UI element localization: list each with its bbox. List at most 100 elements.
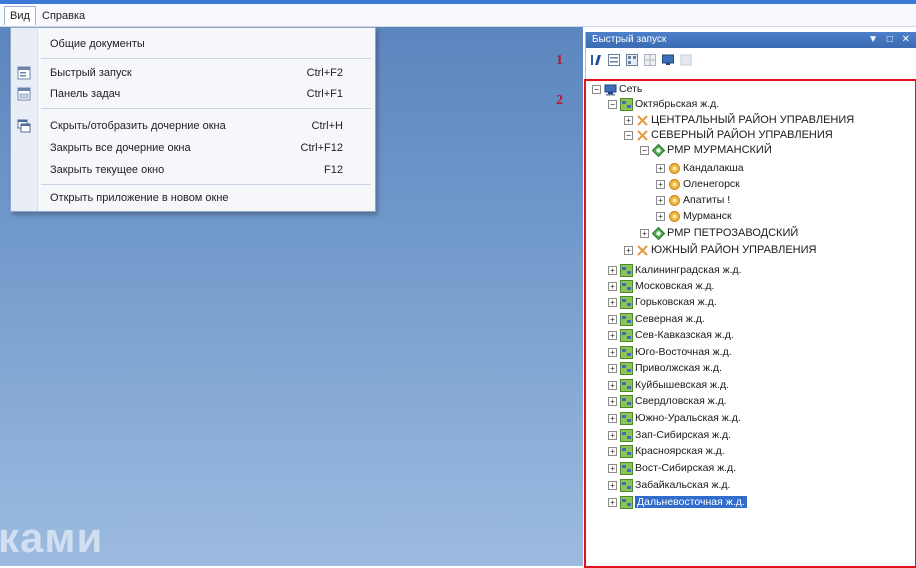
collapse-icon[interactable]: − — [592, 84, 601, 94]
railway-icon — [620, 279, 633, 293]
menu-item-close-current-window[interactable]: Закрыть текущее окно F12 — [11, 159, 375, 181]
disabled-tool-icon[interactable] — [680, 54, 692, 66]
menu-help[interactable]: Справка — [37, 7, 90, 25]
menu-item-quick-launch[interactable]: Быстрый запуск Ctrl+F2 — [11, 62, 375, 84]
expand-icon[interactable]: + — [608, 380, 617, 390]
railway-icon — [620, 97, 633, 111]
tree-node[interactable]: + Дальневосточная ж.д. — [608, 494, 747, 510]
tree-node[interactable]: + Горьковская ж.д. — [608, 294, 717, 310]
panel-title-bar: Быстрый запуск ▼ □ ✕ — [586, 32, 916, 48]
collapse-icon[interactable]: − — [624, 130, 633, 140]
tree-node[interactable]: + Забайкальская ж.д. — [608, 477, 730, 493]
railway-icon — [620, 411, 633, 425]
refresh-icon[interactable] — [590, 54, 602, 66]
tree-node[interactable]: − Сеть — [592, 81, 642, 97]
tree-node[interactable]: + Юго-Восточная ж.д. — [608, 344, 732, 360]
tree-node[interactable]: + Оленегорск — [656, 176, 740, 192]
region-icon — [636, 114, 649, 127]
tree-node-label: СЕВЕРНЫЙ РАЙОН УПРАВЛЕНИЯ — [651, 129, 833, 142]
menu-item-label: Быстрый запуск — [50, 67, 132, 79]
tree-node[interactable]: + Приволжская ж.д. — [608, 360, 722, 376]
rmr-icon — [651, 143, 666, 157]
tree-node[interactable]: + Свердловская ж.д. — [608, 393, 727, 409]
tree-node[interactable]: + Зап-Сибирская ж.д. — [608, 427, 731, 443]
menu-item-taskbar[interactable]: Панель задач Ctrl+F1 — [11, 83, 375, 105]
expand-icon[interactable]: + — [608, 396, 617, 406]
expand-icon[interactable]: + — [656, 163, 665, 173]
tree-node[interactable]: + Северная ж.д. — [608, 311, 705, 327]
monitor-icon[interactable] — [662, 54, 674, 66]
expand-icon[interactable]: + — [608, 330, 617, 340]
grid-view-icon[interactable] — [644, 54, 656, 66]
expand-icon[interactable]: + — [656, 211, 665, 221]
tree-node[interactable]: + Южно-Уральская ж.д. — [608, 410, 741, 426]
expand-icon[interactable]: + — [624, 245, 633, 255]
tree-node[interactable]: + Мурманск — [656, 208, 732, 224]
expand-icon[interactable]: + — [608, 413, 617, 423]
expand-icon[interactable]: + — [608, 314, 617, 324]
expand-icon[interactable]: + — [608, 265, 617, 275]
tree-node-label: Калининградская ж.д. — [635, 264, 742, 277]
tree-node-label: Апатиты ! — [683, 194, 731, 207]
menu-item-shortcut: Ctrl+H — [311, 120, 343, 132]
tree-node[interactable]: + Куйбышевская ж.д. — [608, 377, 729, 393]
list-view-icon[interactable] — [626, 54, 638, 66]
railway-icon — [620, 495, 633, 509]
panel-window-buttons[interactable]: ▼ □ ✕ — [868, 32, 913, 48]
menu-item-shortcut: Ctrl+F12 — [300, 142, 344, 154]
tree-node[interactable]: + Московская ж.д. — [608, 278, 714, 294]
expand-icon[interactable]: + — [640, 228, 649, 238]
annotation-number-1: 1 — [556, 53, 563, 68]
menu-item-open-in-new-window[interactable]: Открыть приложение в новом окне — [11, 187, 375, 209]
expand-icon[interactable]: + — [608, 347, 617, 357]
tree-node[interactable]: + Красноярская ж.д. — [608, 443, 725, 459]
tree-node-label: Оленегорск — [683, 178, 740, 191]
menu-item-toggle-child-windows[interactable]: Скрыть/отобразить дочерние окна Ctrl+H — [11, 115, 375, 137]
expand-icon[interactable]: + — [608, 430, 617, 440]
menu-item-shortcut: Ctrl+F2 — [306, 67, 343, 79]
tree-node[interactable]: − РМР МУРМАНСКИЙ — [640, 142, 772, 158]
expand-icon[interactable]: + — [608, 363, 617, 373]
menu-item-shortcut: Ctrl+F1 — [306, 88, 343, 100]
menu-item-shared-documents[interactable]: Общие документы — [11, 33, 375, 55]
expand-icon[interactable]: + — [608, 446, 617, 456]
collapse-icon[interactable]: − — [608, 99, 617, 109]
tree-node[interactable]: − Октябрьская ж.д. — [608, 96, 719, 112]
expand-icon[interactable]: + — [608, 297, 617, 307]
tree-node-label: Сеть — [619, 83, 643, 96]
expand-icon[interactable]: + — [608, 281, 617, 291]
collapse-icon[interactable]: − — [640, 145, 649, 155]
tree-node[interactable]: + Сев-Кавказская ж.д. — [608, 327, 734, 343]
menu-separator — [41, 108, 371, 109]
menu-view[interactable]: Вид — [4, 6, 36, 25]
tree-node-label: Куйбышевская ж.д. — [635, 379, 730, 392]
menu-item-close-all-child-windows[interactable]: Закрыть все дочерние окна Ctrl+F12 — [11, 137, 375, 159]
tree-node[interactable]: + Вост-Сибирская ж.д. — [608, 460, 736, 476]
tree-node[interactable]: + РМР ПЕТРОЗАВОДСКИЙ — [640, 225, 798, 241]
menu-item-label: Общие документы — [50, 38, 145, 50]
expand-icon[interactable]: + — [608, 480, 617, 490]
tree-node-label: ЦЕНТРАЛЬНЫЙ РАЙОН УПРАВЛЕНИЯ — [651, 114, 855, 127]
tree-node-label: ЮЖНЫЙ РАЙОН УПРАВЛЕНИЯ — [651, 244, 817, 257]
taskbar-icon — [17, 87, 31, 101]
tree-node-label: Красноярская ж.д. — [635, 445, 725, 458]
railway-icon — [620, 461, 633, 475]
tree-node-label: Северная ж.д. — [635, 313, 705, 326]
tree-node[interactable]: + Апатиты ! — [656, 192, 730, 208]
tree-node[interactable]: + Кандалакша — [656, 160, 744, 176]
annotation-number-2: 2 — [556, 93, 563, 108]
tree-node[interactable]: + Калининградская ж.д. — [608, 262, 742, 278]
expand-icon[interactable]: + — [624, 115, 633, 125]
panel-toolbar — [586, 50, 916, 72]
tree-view-icon[interactable] — [608, 54, 620, 66]
station-icon — [668, 210, 681, 223]
expand-icon[interactable]: + — [608, 497, 617, 507]
quick-launch-icon — [17, 66, 31, 80]
expand-icon[interactable]: + — [656, 179, 665, 189]
tree-node[interactable]: + ЦЕНТРАЛЬНЫЙ РАЙОН УПРАВЛЕНИЯ — [624, 112, 854, 128]
station-icon — [668, 162, 681, 175]
expand-icon[interactable]: + — [656, 195, 665, 205]
tree-node[interactable]: + ЮЖНЫЙ РАЙОН УПРАВЛЕНИЯ — [624, 242, 816, 258]
expand-icon[interactable]: + — [608, 463, 617, 473]
tree-node[interactable]: − СЕВЕРНЫЙ РАЙОН УПРАВЛЕНИЯ — [624, 127, 833, 143]
